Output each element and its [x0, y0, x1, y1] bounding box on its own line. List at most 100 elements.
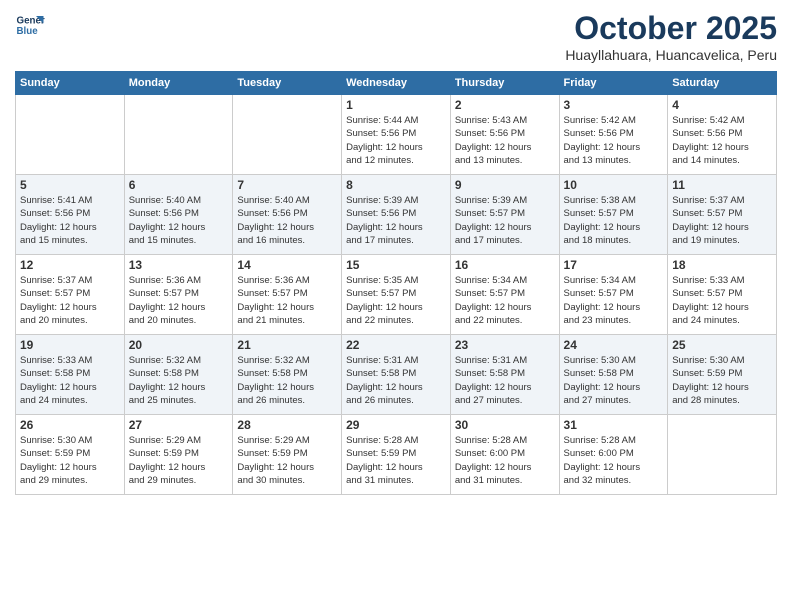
- info-line: Daylight: 12 hours: [20, 302, 97, 313]
- info-line: Daylight: 12 hours: [237, 222, 314, 233]
- cell-3-5: 24Sunrise: 5:30 AMSunset: 5:58 PMDayligh…: [559, 335, 668, 415]
- info-line: Sunset: 5:58 PM: [20, 368, 90, 379]
- info-line: and 31 minutes.: [346, 475, 414, 486]
- info-line: Sunrise: 5:32 AM: [237, 355, 309, 366]
- cell-3-3: 22Sunrise: 5:31 AMSunset: 5:58 PMDayligh…: [342, 335, 451, 415]
- info-line: and 20 minutes.: [20, 315, 88, 326]
- cell-info: Sunrise: 5:34 AMSunset: 5:57 PMDaylight:…: [564, 274, 664, 327]
- week-row-3: 19Sunrise: 5:33 AMSunset: 5:58 PMDayligh…: [16, 335, 777, 415]
- info-line: Sunrise: 5:35 AM: [346, 275, 418, 286]
- header-monday: Monday: [124, 72, 233, 95]
- day-number: 9: [455, 178, 555, 192]
- cell-info: Sunrise: 5:40 AMSunset: 5:56 PMDaylight:…: [237, 194, 337, 247]
- cell-0-3: 1 Sunrise: 5:44 AMSunset: 5:56 PMDaylight…: [342, 95, 451, 175]
- day-number: 1: [346, 98, 446, 112]
- cell-1-4: 9Sunrise: 5:39 AMSunset: 5:57 PMDaylight…: [450, 175, 559, 255]
- cell-2-1: 13Sunrise: 5:36 AMSunset: 5:57 PMDayligh…: [124, 255, 233, 335]
- info-line: Daylight: 12 hours: [129, 302, 206, 313]
- cell-0-6: 4Sunrise: 5:42 AMSunset: 5:56 PMDaylight…: [668, 95, 777, 175]
- info-line: Sunset: 5:56 PM: [672, 128, 742, 139]
- header-tuesday: Tuesday: [233, 72, 342, 95]
- cell-4-1: 27Sunrise: 5:29 AMSunset: 5:59 PMDayligh…: [124, 415, 233, 495]
- header-row: Sunday Monday Tuesday Wednesday Thursday…: [16, 72, 777, 95]
- info-line: Daylight: 12 hours: [346, 462, 423, 473]
- info-line: Sunrise: 5:43 AM: [455, 115, 527, 126]
- info-line: Daylight: 12 hours: [237, 382, 314, 393]
- logo-icon: General Blue: [15, 10, 45, 40]
- cell-info: Sunrise: 5:28 AMSunset: 5:59 PMDaylight:…: [346, 434, 446, 487]
- day-number: 23: [455, 338, 555, 352]
- info-line: Daylight: 12 hours: [455, 302, 532, 313]
- cell-3-6: 25Sunrise: 5:30 AMSunset: 5:59 PMDayligh…: [668, 335, 777, 415]
- day-number: 13: [129, 258, 229, 272]
- cell-2-2: 14Sunrise: 5:36 AMSunset: 5:57 PMDayligh…: [233, 255, 342, 335]
- info-line: and 15 minutes.: [129, 235, 197, 246]
- info-line: Sunrise: 5:41 AM: [20, 195, 92, 206]
- calendar-header: Sunday Monday Tuesday Wednesday Thursday…: [16, 72, 777, 95]
- cell-4-2: 28Sunrise: 5:29 AMSunset: 5:59 PMDayligh…: [233, 415, 342, 495]
- info-line: Sunrise: 5:28 AM: [455, 435, 527, 446]
- cell-info: Sunrise: 5:37 AMSunset: 5:57 PMDaylight:…: [20, 274, 120, 327]
- info-line: Sunset: 5:57 PM: [455, 208, 525, 219]
- cell-info: Sunrise: 5:41 AMSunset: 5:56 PMDaylight:…: [20, 194, 120, 247]
- header: General Blue October 2025 Huayllahuara, …: [15, 10, 777, 63]
- info-line: Daylight: 12 hours: [346, 222, 423, 233]
- info-line: Sunset: 6:00 PM: [564, 448, 634, 459]
- info-line: Sunset: 5:57 PM: [672, 288, 742, 299]
- cell-3-2: 21Sunrise: 5:32 AMSunset: 5:58 PMDayligh…: [233, 335, 342, 415]
- info-line: Sunset: 5:56 PM: [346, 208, 416, 219]
- cell-3-1: 20Sunrise: 5:32 AMSunset: 5:58 PMDayligh…: [124, 335, 233, 415]
- cell-info: Sunrise: 5:40 AMSunset: 5:56 PMDaylight:…: [129, 194, 229, 247]
- info-line: Sunrise: 5:42 AM: [564, 115, 636, 126]
- month-title: October 2025: [565, 10, 777, 47]
- info-line: Sunrise: 5:39 AM: [455, 195, 527, 206]
- day-number: 31: [564, 418, 664, 432]
- info-line: Sunset: 5:58 PM: [129, 368, 199, 379]
- info-line: and 24 minutes.: [20, 395, 88, 406]
- cell-0-2: [233, 95, 342, 175]
- info-line: Sunrise: 5:30 AM: [564, 355, 636, 366]
- header-friday: Friday: [559, 72, 668, 95]
- info-line: Sunrise: 5:33 AM: [20, 355, 92, 366]
- info-line: and 26 minutes.: [346, 395, 414, 406]
- cell-info: Sunrise: 5:32 AMSunset: 5:58 PMDaylight:…: [129, 354, 229, 407]
- cell-info: Sunrise: 5:33 AMSunset: 5:58 PMDaylight:…: [20, 354, 120, 407]
- info-line: Sunset: 5:56 PM: [20, 208, 90, 219]
- info-line: Sunrise: 5:28 AM: [346, 435, 418, 446]
- day-number: 18: [672, 258, 772, 272]
- cell-1-0: 5Sunrise: 5:41 AMSunset: 5:56 PMDaylight…: [16, 175, 125, 255]
- info-line: Daylight: 12 hours: [237, 462, 314, 473]
- info-line: Daylight: 12 hours: [129, 462, 206, 473]
- info-line: Sunrise: 5:28 AM: [564, 435, 636, 446]
- cell-info: Sunrise: 5:33 AMSunset: 5:57 PMDaylight:…: [672, 274, 772, 327]
- info-line: Daylight: 12 hours: [455, 462, 532, 473]
- day-number: 20: [129, 338, 229, 352]
- info-line: Sunset: 5:59 PM: [129, 448, 199, 459]
- info-line: and 22 minutes.: [455, 315, 523, 326]
- info-line: Sunset: 5:56 PM: [346, 128, 416, 139]
- day-number: 30: [455, 418, 555, 432]
- day-number: 4: [672, 98, 772, 112]
- info-line: and 15 minutes.: [20, 235, 88, 246]
- info-line: and 29 minutes.: [129, 475, 197, 486]
- info-line: and 27 minutes.: [564, 395, 632, 406]
- info-line: Daylight: 12 hours: [672, 222, 749, 233]
- cell-info: Sunrise: 5:43 AMSunset: 5:56 PMDaylight:…: [455, 114, 555, 167]
- info-line: Sunrise: 5:37 AM: [672, 195, 744, 206]
- info-line: and 20 minutes.: [129, 315, 197, 326]
- info-line: Sunset: 5:58 PM: [564, 368, 634, 379]
- cell-4-0: 26Sunrise: 5:30 AMSunset: 5:59 PMDayligh…: [16, 415, 125, 495]
- info-line: Sunrise: 5:32 AM: [129, 355, 201, 366]
- cell-info: Sunrise: 5:44 AMSunset: 5:56 PMDaylight:…: [346, 114, 446, 167]
- week-row-1: 5Sunrise: 5:41 AMSunset: 5:56 PMDaylight…: [16, 175, 777, 255]
- cell-info: Sunrise: 5:32 AMSunset: 5:58 PMDaylight:…: [237, 354, 337, 407]
- cell-4-4: 30Sunrise: 5:28 AMSunset: 6:00 PMDayligh…: [450, 415, 559, 495]
- info-line: Daylight: 12 hours: [564, 462, 641, 473]
- info-line: Sunrise: 5:29 AM: [129, 435, 201, 446]
- cell-info: Sunrise: 5:31 AMSunset: 5:58 PMDaylight:…: [455, 354, 555, 407]
- info-line: Sunset: 5:59 PM: [20, 448, 90, 459]
- cell-info: Sunrise: 5:37 AMSunset: 5:57 PMDaylight:…: [672, 194, 772, 247]
- info-line: Daylight: 12 hours: [455, 382, 532, 393]
- info-line: and 12 minutes.: [346, 155, 414, 166]
- header-sunday: Sunday: [16, 72, 125, 95]
